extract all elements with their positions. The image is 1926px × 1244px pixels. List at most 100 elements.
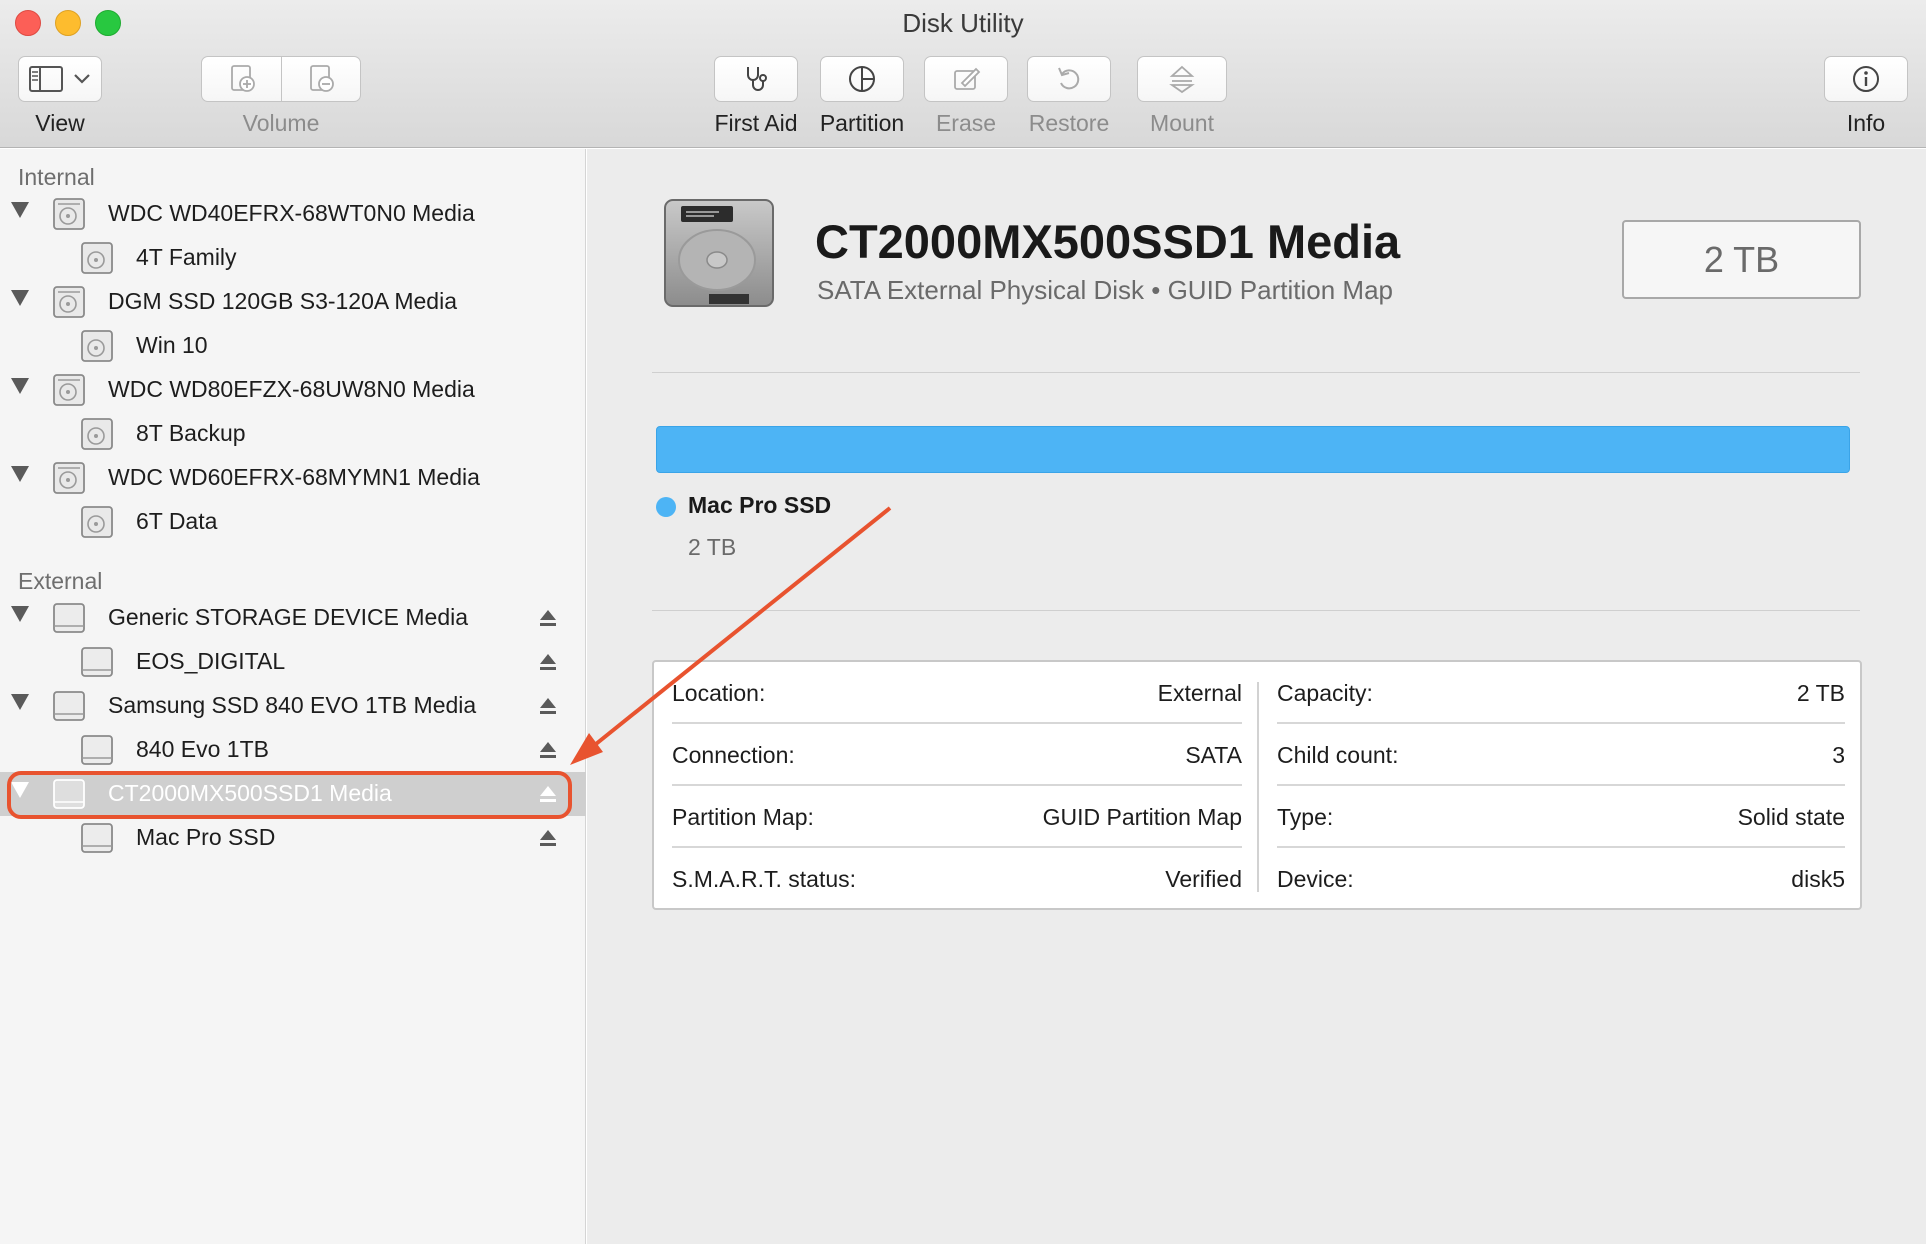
sidebar-volume-row[interactable]: Mac Pro SSD	[0, 816, 586, 860]
sidebar-volume-row[interactable]: 840 Evo 1TB	[0, 728, 586, 772]
internal-volume-icon	[81, 506, 113, 538]
info-label: Info	[1846, 110, 1886, 136]
info-key: Device:	[1277, 866, 1354, 892]
info-key: Location:	[672, 680, 766, 706]
info-key: Partition Map:	[672, 804, 814, 830]
sidebar-disk-row[interactable]: WDC WD80EFZX-68UW8N0 Media	[0, 368, 586, 412]
external-disk-icon	[53, 603, 85, 633]
sidebar: Internal WDC WD40EFRX-68WT0N0 Media 4T F…	[0, 149, 586, 1244]
internal-volume-icon	[81, 242, 113, 274]
divider	[652, 372, 1860, 373]
toolbar: Disk Utility View Volume First Aid Parti…	[0, 0, 1926, 148]
internal-disk-icon	[53, 198, 85, 230]
view-label: View	[35, 110, 85, 136]
sidebar-disk-row[interactable]: Generic STORAGE DEVICE Media	[0, 596, 586, 640]
disk-info-table: Location: External Connection: SATA Part…	[652, 660, 1862, 910]
sidebar-disk-label: WDC WD80EFZX-68UW8N0 Media	[108, 376, 475, 402]
info-button[interactable]	[1824, 56, 1908, 102]
sidebar-volume-row[interactable]: 8T Backup	[0, 412, 586, 456]
sidebar-volume-row[interactable]: EOS_DIGITAL	[0, 640, 586, 684]
disclosure-triangle-icon[interactable]	[11, 378, 29, 394]
remove-volume-button[interactable]	[281, 63, 360, 95]
disk-name: CT2000MX500SSD1 Media	[815, 215, 1401, 268]
sidebar-volume-row[interactable]: 4T Family	[0, 236, 586, 280]
mount-icon	[1169, 65, 1195, 94]
sidebar-disk-row[interactable]: DGM SSD 120GB S3-120A Media	[0, 280, 586, 324]
eject-icon[interactable]	[538, 828, 558, 848]
eject-icon[interactable]	[538, 696, 558, 716]
mount-label: Mount	[1150, 110, 1214, 136]
divider	[652, 610, 1860, 611]
eject-icon[interactable]	[538, 608, 558, 628]
internal-volume-icon	[81, 330, 113, 362]
hard-drive-icon	[664, 199, 774, 307]
internal-disk-icon	[53, 462, 85, 494]
disclosure-triangle-icon[interactable]	[11, 606, 29, 622]
info-key: Connection:	[672, 742, 795, 768]
sidebar-volume-label: Win 10	[136, 332, 208, 358]
partition-usage-bar	[656, 426, 1850, 473]
restore-button[interactable]	[1027, 56, 1111, 102]
info-value: External	[1157, 680, 1242, 706]
add-volume-button[interactable]	[202, 63, 281, 95]
sidebar-volume-label: 6T Data	[136, 508, 218, 534]
info-key: Type:	[1277, 804, 1334, 830]
eject-icon[interactable]	[538, 740, 558, 760]
info-key: S.M.A.R.T. status:	[672, 866, 857, 892]
sidebar-disk-label: Generic STORAGE DEVICE Media	[108, 604, 469, 630]
mount-button[interactable]	[1137, 56, 1227, 102]
info-value: Verified	[1165, 866, 1242, 892]
stethoscope-icon	[747, 67, 767, 91]
info-row-child-count: Child count: 3	[1277, 724, 1845, 786]
external-disk-icon	[53, 691, 85, 721]
window-title: Disk Utility	[902, 8, 1024, 38]
info-value: GUID Partition Map	[1042, 804, 1242, 830]
external-volume-icon	[81, 735, 113, 765]
info-row-location: Location: External	[672, 662, 1242, 724]
erase-label: Erase	[935, 110, 997, 136]
sidebar-volume-row[interactable]: Win 10	[0, 324, 586, 368]
internal-volume-icon	[81, 418, 113, 450]
info-value: 3	[1832, 742, 1845, 768]
info-icon	[1853, 66, 1879, 92]
internal-disk-icon	[53, 374, 85, 406]
volume-label: Volume	[242, 110, 320, 136]
internal-disk-icon	[53, 286, 85, 318]
restore-label: Restore	[1028, 110, 1110, 136]
first-aid-button[interactable]	[714, 56, 798, 102]
sidebar-volume-label: 4T Family	[136, 244, 237, 270]
partition-size: 2 TB	[688, 534, 737, 560]
eject-icon[interactable]	[538, 652, 558, 672]
segment-divider	[281, 56, 282, 102]
restore-icon	[1058, 67, 1080, 90]
add-volume-icon	[230, 65, 255, 92]
info-key: Child count:	[1277, 742, 1399, 768]
disclosure-triangle-icon[interactable]	[11, 202, 29, 218]
sidebar-disk-label: Samsung SSD 840 EVO 1TB Media	[108, 692, 477, 718]
partition-button[interactable]	[820, 56, 904, 102]
detail-pane: CT2000MX500SSD1 Media SATA External Phys…	[587, 149, 1926, 1244]
erase-icon	[954, 67, 981, 90]
info-row-device: Device: disk5	[1277, 848, 1845, 910]
sidebar-volume-row[interactable]: 6T Data	[0, 500, 586, 544]
disk-subtitle: SATA External Physical Disk • GUID Parti…	[817, 275, 1393, 305]
sidebar-disk-label: WDC WD60EFRX-68MYMN1 Media	[108, 464, 480, 490]
sidebar-disk-row[interactable]: Samsung SSD 840 EVO 1TB Media	[0, 684, 586, 728]
capacity-badge: 2 TB	[1622, 220, 1861, 299]
view-button[interactable]	[18, 56, 102, 102]
info-value: disk5	[1791, 866, 1845, 892]
partition-color-dot	[656, 497, 676, 517]
disclosure-triangle-icon[interactable]	[11, 290, 29, 306]
sidebar-disk-row[interactable]: WDC WD60EFRX-68MYMN1 Media	[0, 456, 586, 500]
erase-button[interactable]	[924, 56, 1008, 102]
partition-name: Mac Pro SSD	[688, 492, 832, 518]
disclosure-triangle-icon[interactable]	[11, 466, 29, 482]
info-value: Solid state	[1737, 804, 1845, 830]
first-aid-label: First Aid	[714, 110, 798, 136]
sidebar-disk-row[interactable]: WDC WD40EFRX-68WT0N0 Media	[0, 192, 586, 236]
disclosure-triangle-icon[interactable]	[11, 694, 29, 710]
info-row-smart-status: S.M.A.R.T. status: Verified	[672, 848, 1242, 910]
info-row-partition-map: Partition Map: GUID Partition Map	[672, 786, 1242, 848]
external-volume-icon	[81, 647, 113, 677]
sidebar-volume-label: 840 Evo 1TB	[136, 736, 269, 762]
